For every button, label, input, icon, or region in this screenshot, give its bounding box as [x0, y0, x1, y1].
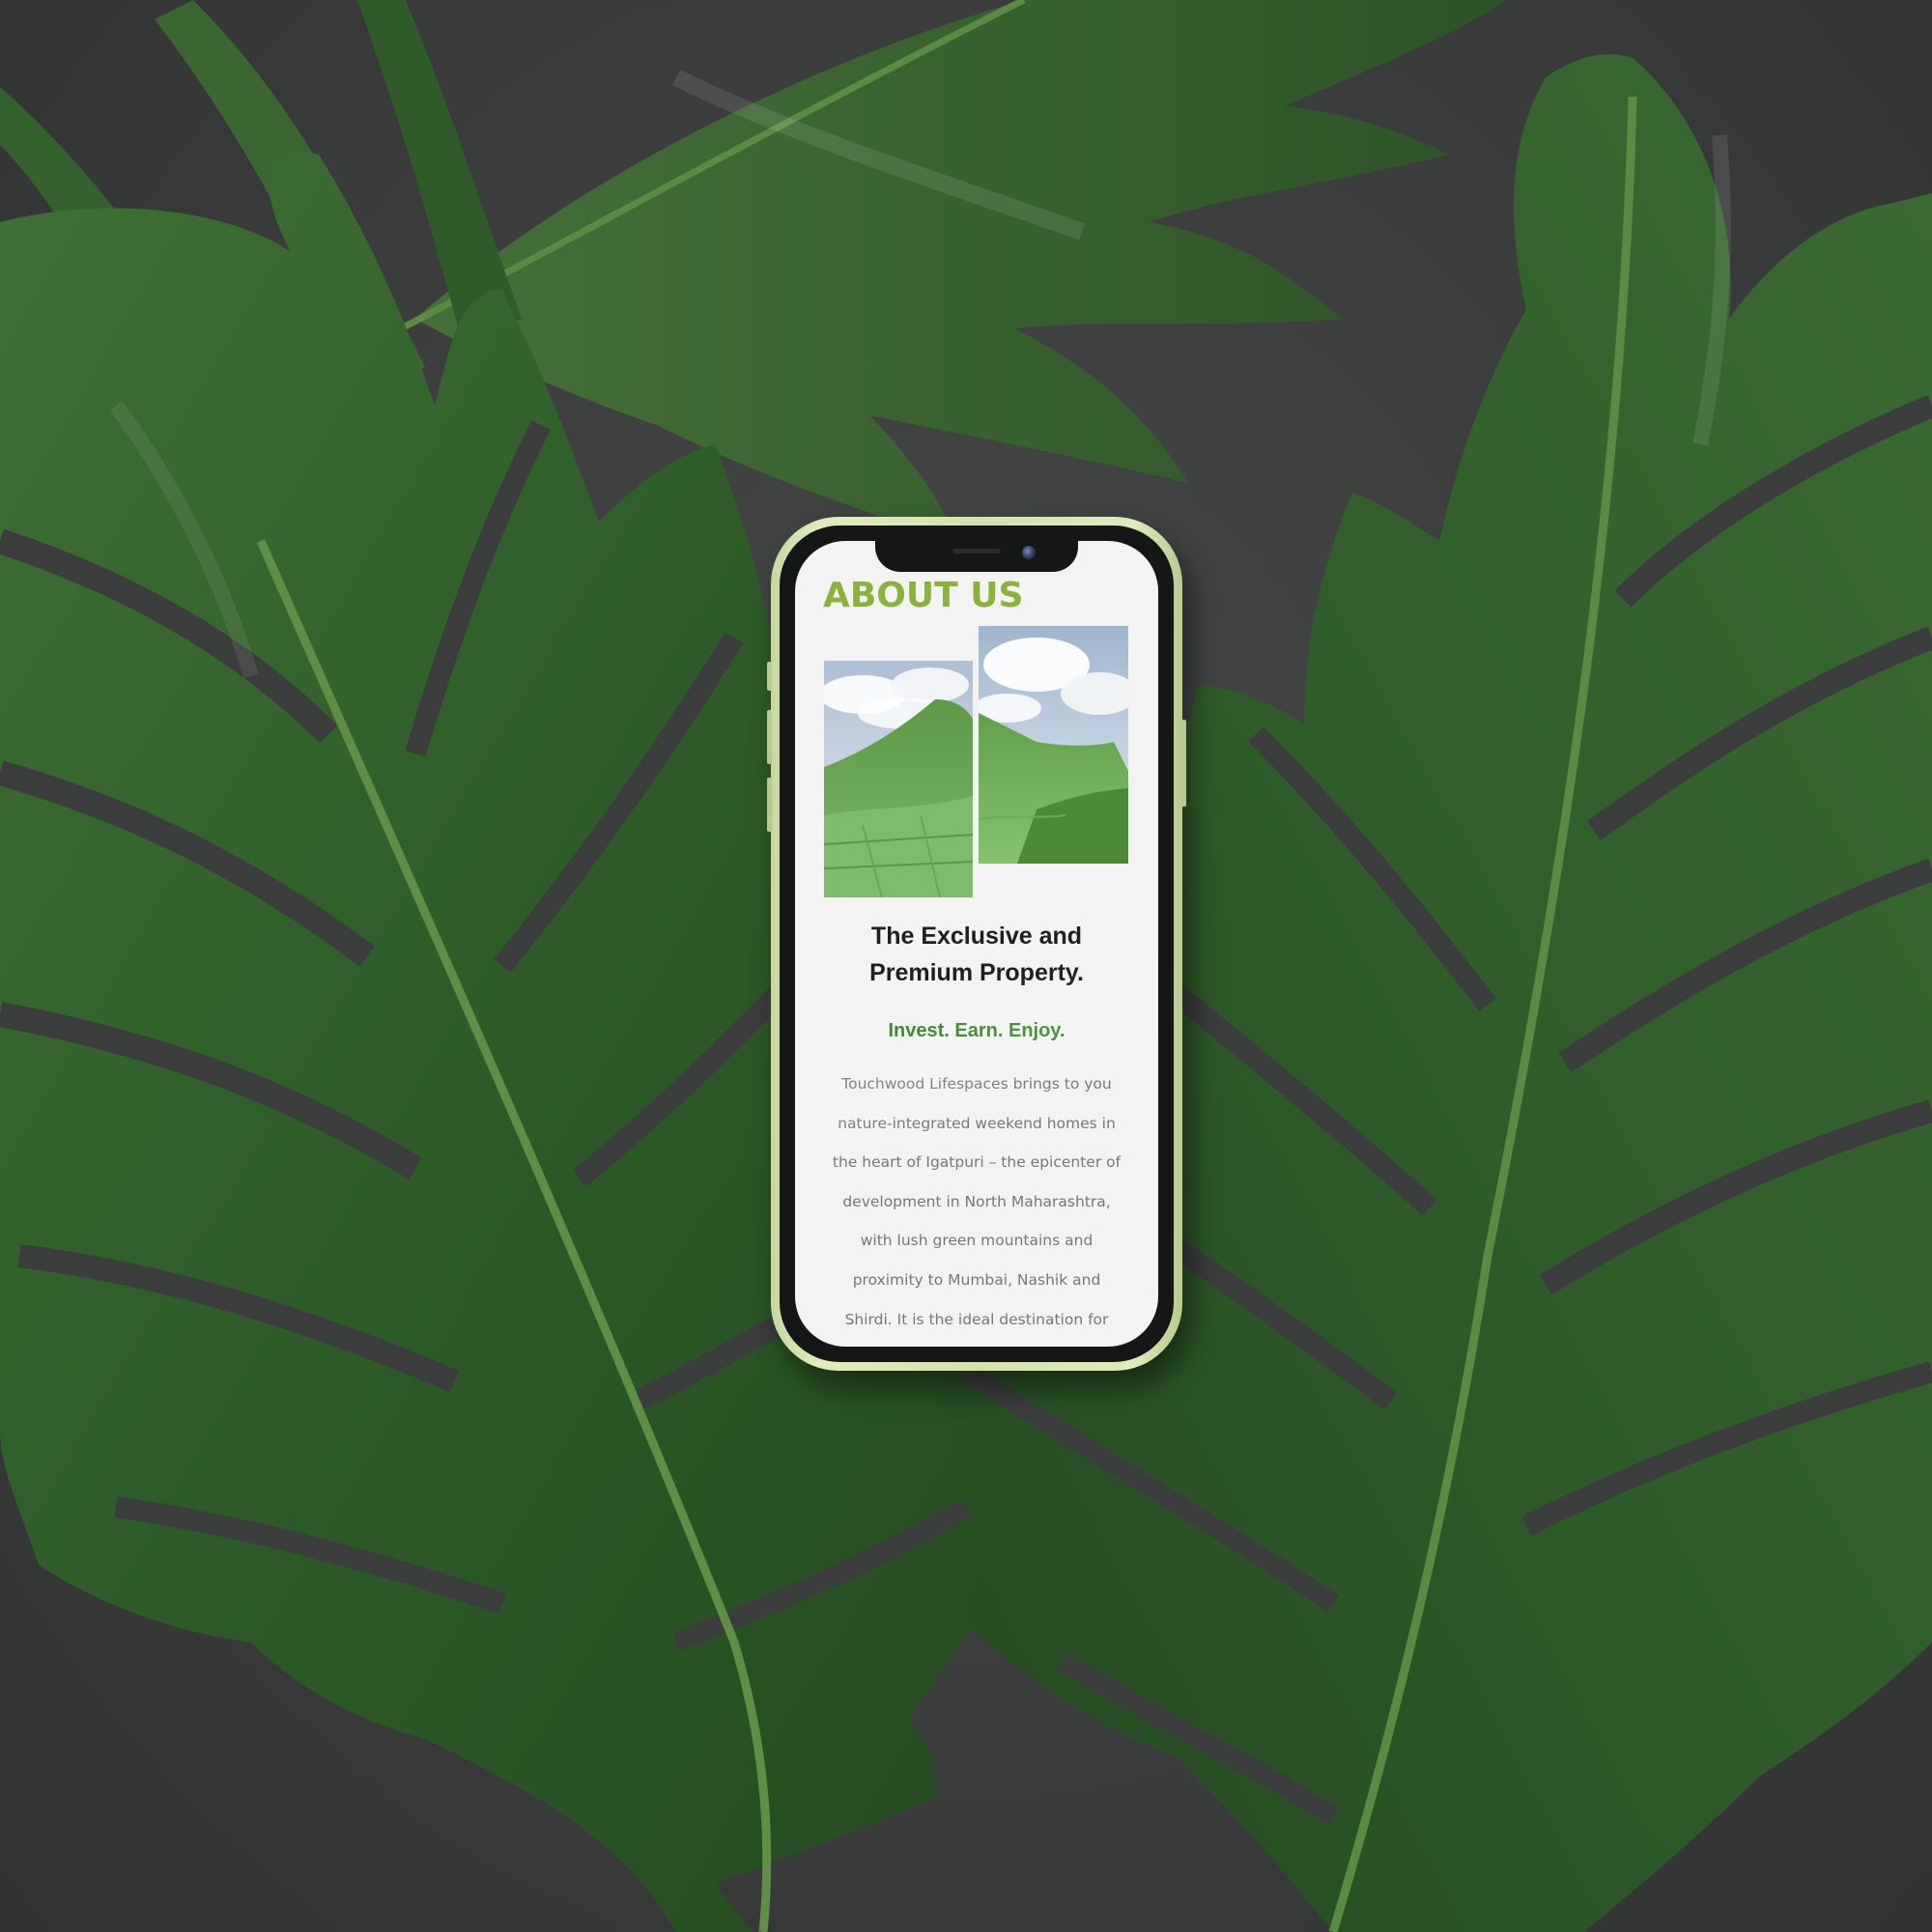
headline-line-1: The Exclusive and — [870, 923, 1083, 950]
description-line: the heart of Igatpuri – the epicenter of — [832, 1153, 1122, 1172]
phone-screen: ABOUT US The Exclusive and Premium Prope… — [795, 541, 1158, 1347]
phone-power-button — [1181, 720, 1186, 807]
description-line: Touchwood Lifespaces brings to you — [841, 1075, 1112, 1093]
description-line: with lush green mountains and — [860, 1232, 1094, 1250]
phone-volume-up-button — [767, 710, 772, 764]
headline-line-2: Premium Property. — [869, 959, 1084, 986]
mountain-photo-left — [824, 661, 973, 897]
phone-volume-down-button — [767, 778, 772, 832]
description-line: development in North Maharashtra, — [842, 1192, 1111, 1210]
mockup-scene: ABOUT US The Exclusive and Premium Prope… — [0, 0, 1932, 1932]
phone-mockup: ABOUT US The Exclusive and Premium Prope… — [767, 517, 1186, 1371]
description-line: nature-integrated weekend homes in — [838, 1114, 1116, 1132]
phone-mute-switch — [767, 662, 772, 691]
speaker-grille — [952, 549, 1001, 554]
description-line: proximity to Mumbai, Nashik and — [852, 1270, 1101, 1289]
about-us-heading: ABOUT US — [823, 576, 1024, 615]
headline: The Exclusive and Premium Property. — [795, 918, 1158, 991]
description-line: Shirdi. It is the ideal destination for — [844, 1310, 1109, 1328]
tagline: Invest. Earn. Enjoy. — [888, 1020, 1065, 1041]
about-description: Touchwood Lifespaces brings to you natur… — [795, 1065, 1158, 1339]
front-camera-icon — [1022, 546, 1036, 559]
mountain-photo-right — [979, 626, 1128, 864]
phone-notch — [875, 541, 1078, 572]
